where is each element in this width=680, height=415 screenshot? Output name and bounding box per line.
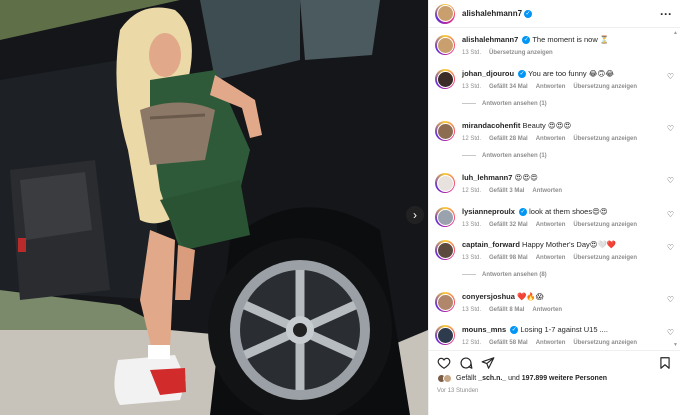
comment-likes[interactable]: Gefällt 28 Mal [489, 136, 528, 142]
heart-icon[interactable]: ♡ [667, 72, 674, 81]
comment-time[interactable]: 12 Std. [462, 188, 481, 194]
reply-button[interactable]: Antworten [536, 255, 566, 261]
comment-username[interactable]: johan_djourou [462, 69, 514, 78]
avatar[interactable] [435, 69, 455, 89]
reply-button[interactable]: Antworten [536, 84, 566, 90]
post-photo: › [0, 0, 428, 415]
comment-text: You are too funny 😂🙃😂 [528, 69, 615, 78]
avatar [443, 374, 452, 383]
reply-button[interactable]: Antworten [536, 222, 566, 228]
post-timestamp: Vor 13 Stunden [437, 388, 479, 394]
comment-icon[interactable] [459, 356, 473, 370]
comment-username[interactable]: conyersjoshua [462, 292, 515, 301]
verified-icon: ✓ [524, 9, 533, 18]
comment-text: ❤️🔥😱 [517, 292, 544, 301]
comment-username[interactable]: luh_lehmann7 [462, 173, 512, 182]
heart-icon[interactable]: ♡ [667, 176, 674, 185]
comment-likes[interactable]: Gefällt 8 Mal [489, 307, 524, 313]
view-replies-button[interactable]: Antworten ansehen (1) [462, 153, 547, 159]
heart-icon[interactable]: ♡ [667, 243, 674, 252]
comment-username[interactable]: mirandacohenfit [462, 121, 520, 130]
post-header: alishalehmann7 ✓ ··· [429, 0, 680, 28]
translate-link[interactable]: Übersetzung anzeigen [489, 50, 553, 56]
comment-text: Losing 1-7 against U15 .... [520, 325, 608, 334]
share-icon[interactable] [481, 356, 495, 370]
post-side-panel: alishalehmann7 ✓ ··· alishalehmann7 ✓ Th… [428, 0, 680, 415]
translate-link[interactable]: Übersetzung anzeigen [573, 136, 637, 142]
reply-button[interactable]: Antworten [532, 307, 562, 313]
likes-summary[interactable]: Gefällt _sch.n._ und 197.899 weitere Per… [437, 374, 672, 383]
likes-count[interactable]: 197.899 weitere Personen [522, 375, 607, 382]
post-author-username[interactable]: alishalehmann7 [462, 9, 522, 18]
comment-time[interactable]: 13 Std. [462, 255, 481, 261]
comment-text: 😍😍😍 [514, 173, 538, 182]
avatar[interactable] [435, 240, 455, 260]
post-actions-bar [429, 350, 680, 374]
chevron-right-icon[interactable]: › [406, 206, 424, 224]
avatar[interactable] [435, 325, 455, 345]
verified-icon: ✓ [518, 70, 527, 79]
avatar[interactable] [435, 3, 455, 24]
save-icon[interactable] [658, 356, 672, 370]
heart-icon[interactable] [437, 356, 451, 370]
heart-icon[interactable]: ♡ [667, 295, 674, 304]
caption-username[interactable]: alishalehmann7 [462, 35, 518, 44]
heart-icon[interactable]: ♡ [667, 210, 674, 219]
heart-icon[interactable]: ♡ [667, 328, 674, 337]
view-replies-button[interactable]: Antworten ansehen (1) [462, 101, 547, 107]
translate-link[interactable]: Übersetzung anzeigen [573, 84, 637, 90]
avatar[interactable] [435, 35, 455, 55]
translate-link[interactable]: Übersetzung anzeigen [573, 222, 637, 228]
avatar[interactable] [435, 121, 455, 141]
comment-time[interactable]: 12 Std. [462, 340, 481, 346]
comment-username[interactable]: captain_forward [462, 240, 520, 249]
scroll-down-arrow[interactable]: ▼ [673, 342, 678, 348]
comment-time[interactable]: 13 Std. [462, 222, 481, 228]
translate-link[interactable]: Übersetzung anzeigen [573, 255, 637, 261]
comment-text: look at them shoes😍😍 [529, 207, 608, 216]
likes-prefix: Gefällt [456, 375, 479, 382]
comment-time[interactable]: 13 Std. [462, 84, 481, 90]
comment-likes[interactable]: Gefällt 3 Mal [489, 188, 524, 194]
likes-user[interactable]: _sch.n._ [478, 375, 506, 382]
comment-text: Happy Mother's Day😍🤍❤️ [522, 240, 617, 249]
verified-icon: ✓ [510, 326, 519, 335]
comment-likes[interactable]: Gefällt 98 Mal [489, 255, 528, 261]
heart-icon[interactable]: ♡ [667, 124, 674, 133]
comment-text: Beauty 😍😍😍 [522, 121, 572, 130]
likes-middle: und [506, 375, 522, 382]
reply-button[interactable]: Antworten [532, 188, 562, 194]
avatar[interactable] [435, 207, 455, 227]
avatar[interactable] [435, 292, 455, 312]
avatar[interactable] [435, 173, 455, 193]
caption-text: The moment is now ⏳ [532, 35, 610, 44]
reply-button[interactable]: Antworten [536, 340, 566, 346]
comment-time[interactable]: 13 Std. [462, 307, 481, 313]
translate-link[interactable]: Übersetzung anzeigen [573, 340, 637, 346]
scroll-up-arrow[interactable]: ▲ [673, 30, 678, 36]
comment-username[interactable]: lysianneproulx [462, 207, 515, 216]
verified-icon: ✓ [519, 208, 528, 217]
comment-likes[interactable]: Gefällt 34 Mal [489, 84, 528, 90]
comments-list[interactable]: alishalehmann7 ✓ The moment is now ⏳ 13 … [429, 29, 680, 349]
view-replies-button[interactable]: Antworten ansehen (8) [462, 272, 547, 278]
caption-time[interactable]: 13 Std. [462, 50, 481, 56]
more-icon[interactable]: ··· [660, 8, 672, 20]
reply-button[interactable]: Antworten [536, 136, 566, 142]
comment-likes[interactable]: Gefällt 58 Mal [489, 340, 528, 346]
comment-time[interactable]: 12 Std. [462, 136, 481, 142]
photo-illustration [0, 0, 428, 415]
comment-likes[interactable]: Gefällt 32 Mal [489, 222, 528, 228]
comment-username[interactable]: mouns_mns [462, 325, 506, 334]
verified-icon: ✓ [522, 36, 531, 45]
